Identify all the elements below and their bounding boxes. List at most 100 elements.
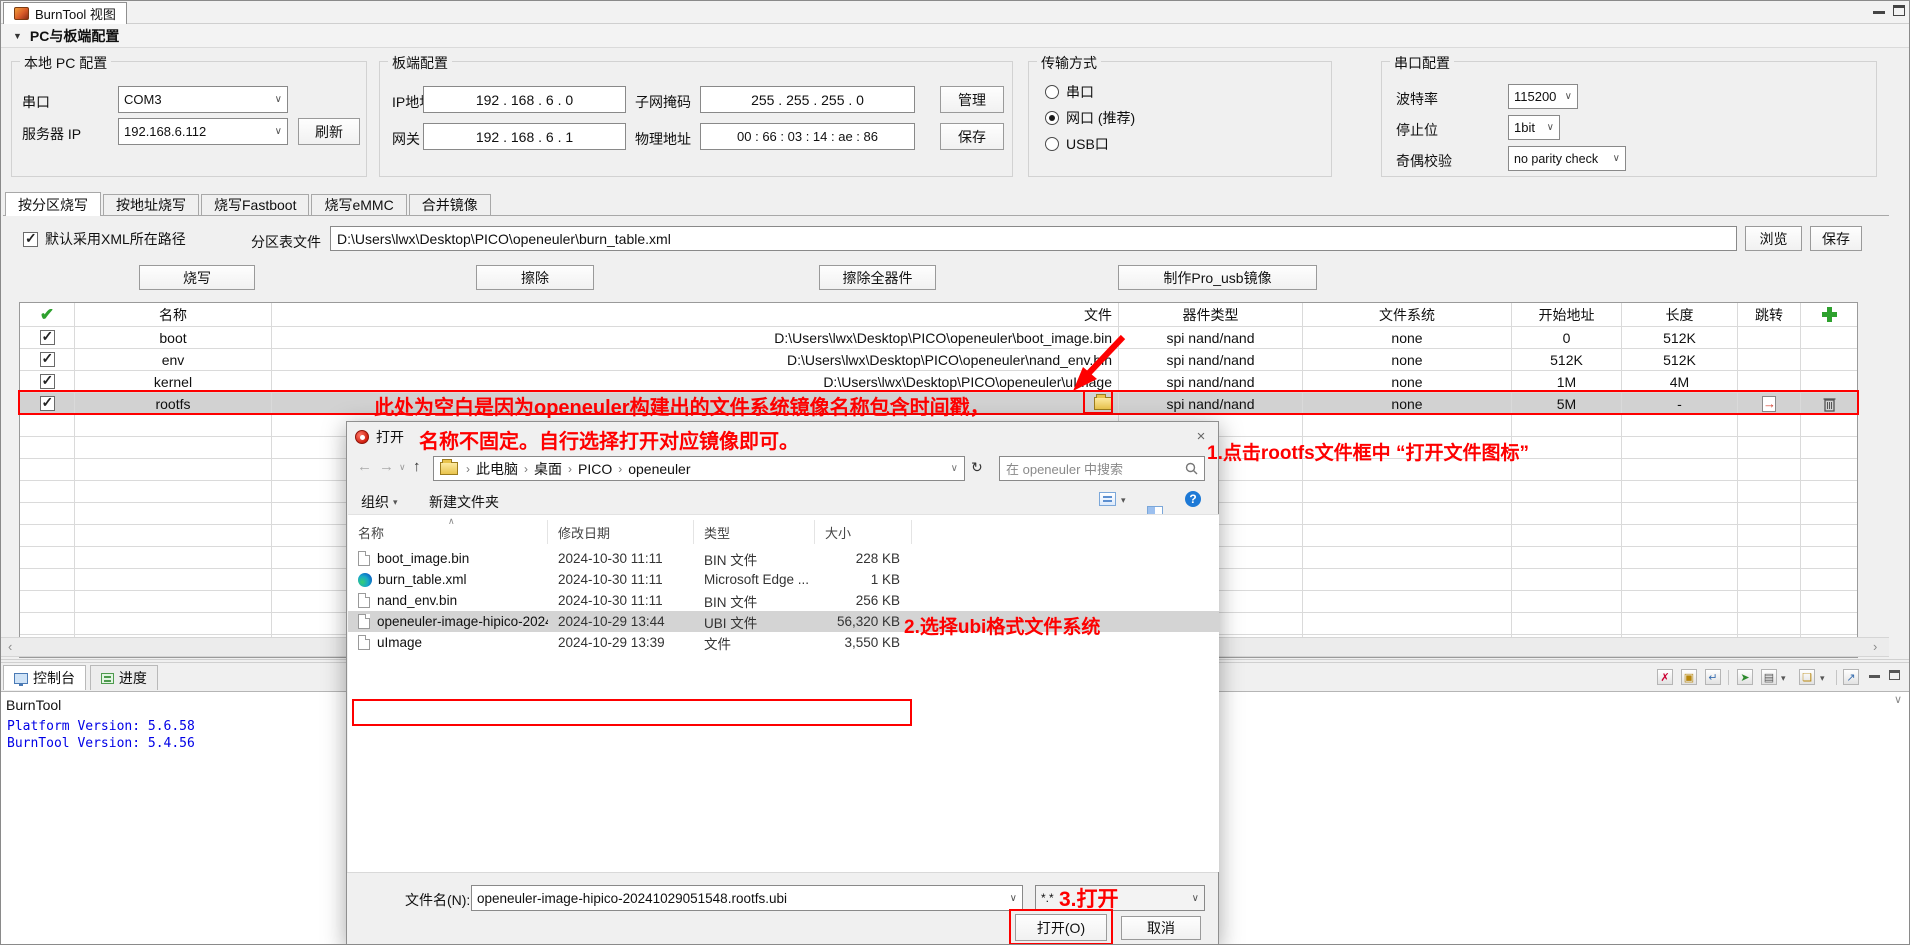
search-icon[interactable]	[1185, 462, 1198, 475]
manage-button[interactable]: 管理	[940, 86, 1004, 113]
file-row-nand-env[interactable]: nand_env.bin 2024-10-30 11:11 BIN 文件 256…	[348, 590, 1219, 611]
maximize-icon[interactable]	[1893, 5, 1905, 16]
file-row-burn-table[interactable]: burn_table.xml 2024-10-30 11:11 Microsof…	[348, 569, 1219, 590]
open-button[interactable]: 打开(O)	[1015, 914, 1107, 941]
board-ip-field[interactable]: 192 . 168 . 6 . 0	[423, 86, 626, 113]
chevron-down-icon[interactable]: ▾	[1820, 673, 1825, 684]
scroll-left-icon[interactable]: ‹	[8, 639, 12, 654]
tab-merge-image[interactable]: 合并镜像	[409, 194, 491, 215]
netmask-field[interactable]: 255 . 255 . 255 . 0	[700, 86, 915, 113]
add-row-icon[interactable]	[1822, 307, 1837, 322]
scroll-lock-icon[interactable]: ▣	[1681, 669, 1697, 685]
baud-select[interactable]: 115200∨	[1508, 84, 1578, 109]
col-header-start[interactable]: 开始地址	[1512, 303, 1622, 327]
open-file-icon[interactable]	[1094, 397, 1112, 410]
col-header-name[interactable]: 名称	[75, 303, 272, 327]
scroll-down-icon[interactable]: ∨	[1894, 693, 1902, 706]
tab-burn-by-partition[interactable]: 按分区烧写	[5, 192, 101, 216]
col-header-file[interactable]: 文件	[272, 303, 1119, 327]
filename-input[interactable]: openeuler-image-hipico-20241029051548.ro…	[471, 885, 1023, 911]
partition-file-input[interactable]: D:\Users\lwx\Desktop\PICO\openeuler\burn…	[330, 226, 1737, 251]
radio-serial[interactable]: 串口	[1045, 82, 1094, 102]
erase-button[interactable]: 擦除	[476, 265, 594, 290]
server-ip-select[interactable]: 192.168.6.112∨	[118, 118, 288, 145]
crumb-openeuler[interactable]: openeuler	[628, 461, 690, 477]
save-board-button[interactable]: 保存	[940, 123, 1004, 150]
scroll-right-icon[interactable]: ›	[1873, 639, 1877, 654]
col-header-filesystem[interactable]: 文件系统	[1303, 303, 1512, 327]
table-row-boot[interactable]: boot D:\Users\lwx\Desktop\PICO\openeuler…	[20, 327, 1857, 349]
row-checkbox[interactable]	[40, 374, 55, 389]
make-pro-usb-image-button[interactable]: 制作Pro_usb镜像	[1118, 265, 1317, 290]
burn-button[interactable]: 烧写	[139, 265, 255, 290]
search-input[interactable]: 在 openeuler 中搜索	[999, 456, 1205, 481]
stopbit-select[interactable]: 1bit∨	[1508, 115, 1560, 140]
clear-console-icon[interactable]: ✗	[1657, 669, 1673, 685]
display-console-icon[interactable]: ▤	[1761, 669, 1777, 685]
file-col-date[interactable]: 修改日期	[548, 520, 694, 544]
save-xml-button[interactable]: 保存	[1810, 226, 1862, 251]
recent-locations-icon[interactable]: ∨	[399, 462, 406, 473]
group-board-title: 板端配置	[388, 53, 452, 73]
tab-burn-fastboot[interactable]: 烧写Fastboot	[201, 194, 309, 215]
maximize-console-icon[interactable]	[1889, 670, 1900, 680]
chevron-down-icon[interactable]: ▾	[1121, 495, 1126, 506]
organize-menu[interactable]: 组织▾	[361, 492, 398, 512]
col-header-device[interactable]: 器件类型	[1119, 303, 1303, 327]
cancel-button[interactable]: 取消	[1121, 916, 1201, 940]
collapse-arrow-icon[interactable]: ▼	[13, 31, 22, 41]
open-console-icon[interactable]: ❏	[1799, 669, 1815, 685]
tab-burn-emmc[interactable]: 烧写eMMC	[311, 194, 406, 215]
pin-console-icon[interactable]: ➤	[1737, 669, 1753, 685]
refresh-button[interactable]: 刷新	[298, 118, 360, 145]
radio-usb[interactable]: USB口	[1045, 134, 1109, 154]
open-link-icon[interactable]: ↗	[1843, 669, 1859, 685]
annotation-note-line1: 此处为空白是因为openeuler构建出的文件系统镜像名称包含时间戳，	[374, 391, 990, 420]
crumb-desktop[interactable]: 桌面	[534, 459, 562, 479]
erase-all-button[interactable]: 擦除全器件	[819, 265, 936, 290]
view-tab-burntool[interactable]: BurnTool 视图	[3, 2, 127, 24]
up-icon[interactable]: ↑	[413, 458, 421, 475]
group-local-pc: 本地 PC 配置 串口 COM3∨ 服务器 IP 192.168.6.112∨ …	[11, 61, 367, 177]
file-list-header: 名称 修改日期 类型 大小	[348, 520, 1219, 544]
new-folder-button[interactable]: 新建文件夹	[429, 492, 499, 512]
crumb-this-pc[interactable]: 此电脑	[476, 459, 518, 479]
chevron-down-icon[interactable]: ▾	[1781, 673, 1786, 684]
chevron-down-icon[interactable]: ∨	[951, 463, 958, 474]
col-header-jump[interactable]: 跳转	[1738, 303, 1801, 327]
col-header-length[interactable]: 长度	[1622, 303, 1738, 327]
console-icon	[14, 673, 28, 684]
checkbox-icon	[23, 232, 38, 247]
refresh-icon[interactable]: ↻	[971, 459, 983, 476]
parity-select[interactable]: no parity check∨	[1508, 146, 1626, 171]
tab-progress[interactable]: 进度	[90, 665, 158, 690]
tab-burn-by-address[interactable]: 按地址烧写	[103, 194, 199, 215]
mac-field[interactable]: 00 : 66 : 03 : 14 : ae : 86	[700, 123, 915, 150]
crumb-pico[interactable]: PICO	[578, 461, 612, 477]
gateway-field[interactable]: 192 . 168 . 6 . 1	[423, 123, 626, 150]
select-all-check-icon[interactable]	[40, 305, 54, 325]
table-row-env[interactable]: env D:\Users\lwx\Desktop\PICO\openeuler\…	[20, 349, 1857, 371]
jump-icon[interactable]	[1762, 396, 1776, 412]
row-checkbox[interactable]	[40, 352, 55, 367]
view-mode-icon[interactable]	[1099, 492, 1116, 506]
file-col-size[interactable]: 大小	[815, 520, 912, 544]
tab-console[interactable]: 控制台	[3, 665, 86, 690]
minimize-icon[interactable]	[1873, 11, 1885, 14]
forward-icon[interactable]: →	[379, 458, 394, 475]
file-col-type[interactable]: 类型	[694, 520, 815, 544]
breadcrumb[interactable]: ›此电脑 ›桌面 ›PICO ›openeuler ∨	[433, 456, 965, 481]
file-row-boot-image[interactable]: boot_image.bin 2024-10-30 11:11 BIN 文件 2…	[348, 548, 1219, 569]
table-row-kernel[interactable]: kernel D:\Users\lwx\Desktop\PICO\openeul…	[20, 371, 1857, 393]
serial-port-select[interactable]: COM3∨	[118, 86, 288, 113]
trash-icon[interactable]	[1823, 396, 1836, 412]
minimize-console-icon[interactable]	[1869, 675, 1880, 678]
word-wrap-icon[interactable]: ↵	[1705, 669, 1721, 685]
row-checkbox[interactable]	[40, 396, 55, 411]
radio-network[interactable]: 网口 (推荐)	[1045, 108, 1135, 128]
back-icon[interactable]: ←	[357, 458, 372, 475]
browse-button[interactable]: 浏览	[1745, 226, 1802, 251]
row-checkbox[interactable]	[40, 330, 55, 345]
use-xml-path-checkbox[interactable]: 默认采用XML所在路径	[23, 229, 186, 249]
help-icon[interactable]: ?	[1185, 491, 1201, 507]
